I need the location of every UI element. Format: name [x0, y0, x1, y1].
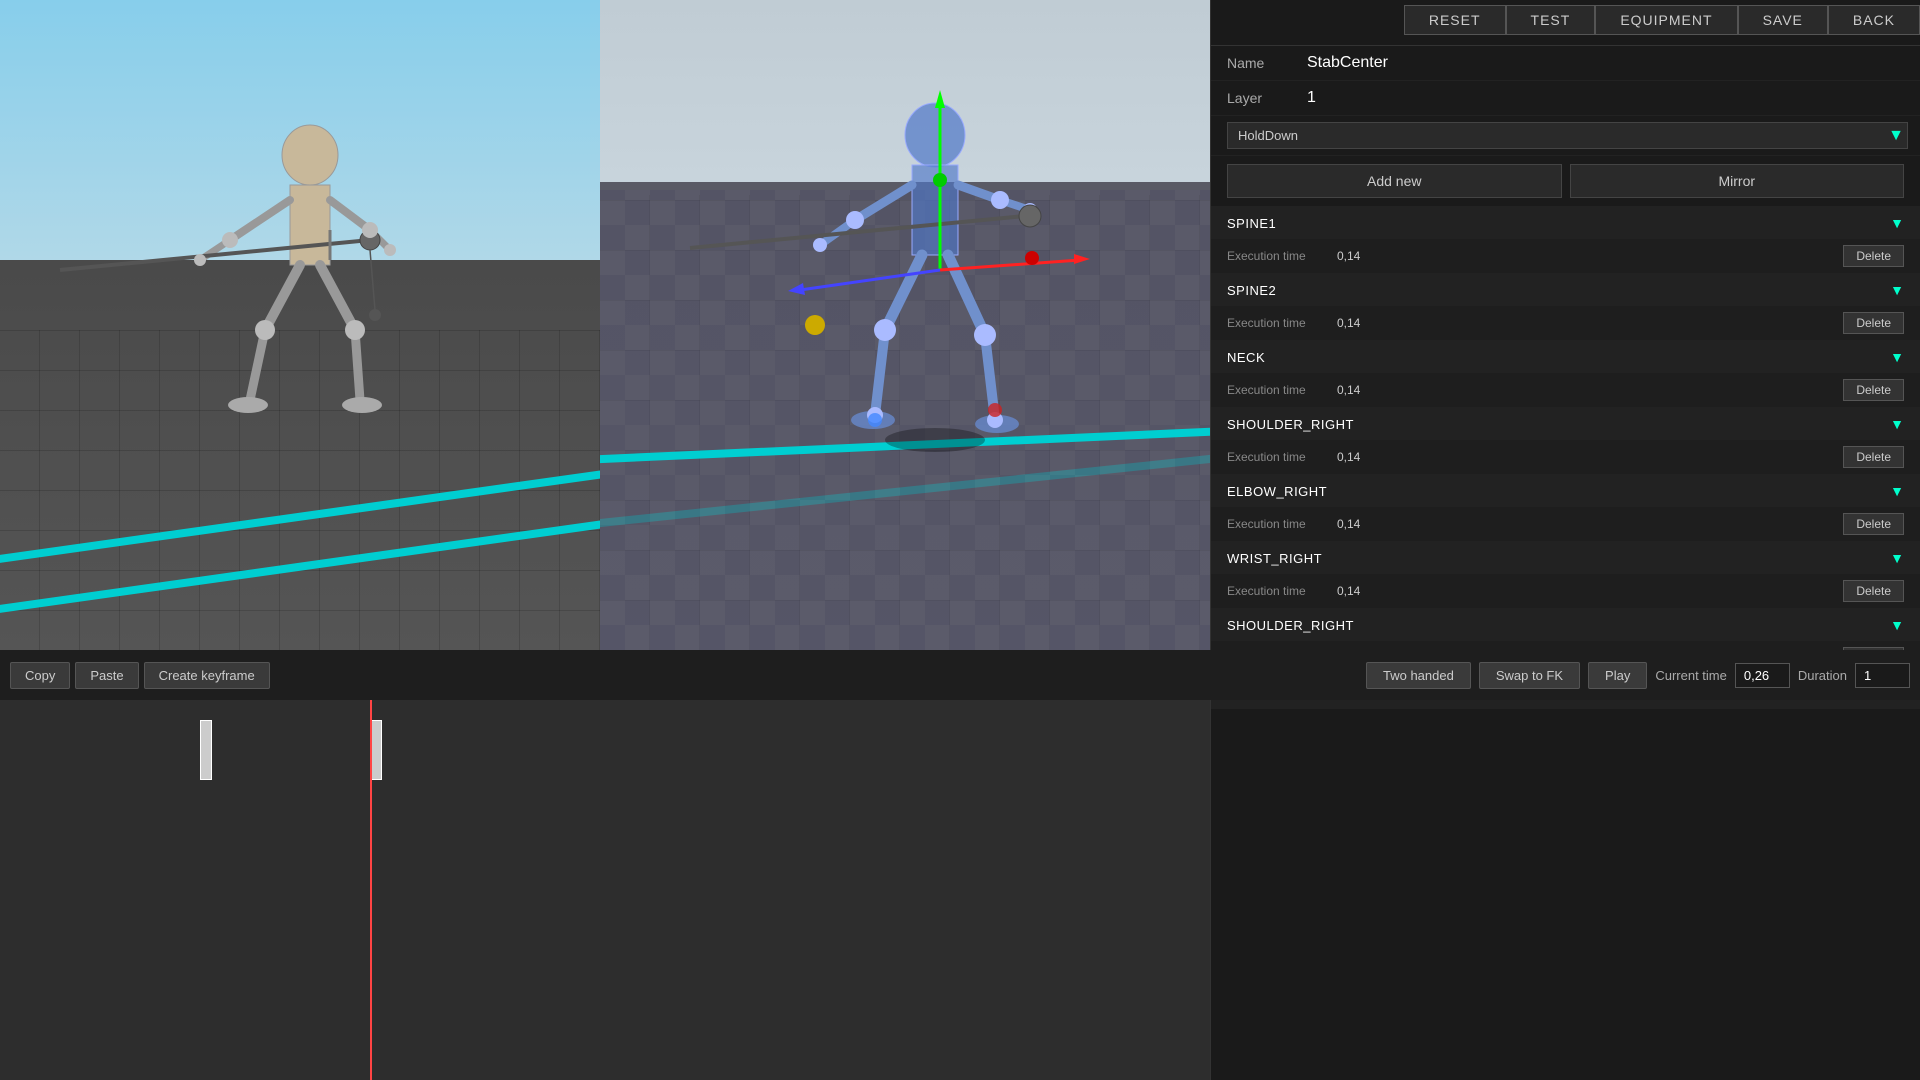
bone-exec-value-4: 0,14	[1337, 517, 1833, 531]
bone-exec-label-4: Execution time	[1227, 517, 1327, 531]
top-bar: RESET TEST EQUIPMENT SAVE BACK	[0, 0, 1920, 40]
bone-delete-btn-2[interactable]: Delete	[1843, 379, 1904, 401]
name-label: Name	[1227, 55, 1297, 71]
bone-header-4[interactable]: ELBOW_RIGHT ▼	[1211, 475, 1920, 507]
bone-name-2: NECK	[1227, 350, 1890, 365]
bone-exec-value-1: 0,14	[1337, 316, 1833, 330]
bone-detail-3: Execution time 0,14 Delete	[1211, 440, 1920, 474]
bone-header-3[interactable]: SHOULDER_RIGHT ▼	[1211, 408, 1920, 440]
bone-exec-label-3: Execution time	[1227, 450, 1327, 464]
bone-entry-0: SPINE1 ▼ Execution time 0,14 Delete	[1211, 207, 1920, 274]
bone-exec-label-5: Execution time	[1227, 584, 1327, 598]
paste-button[interactable]: Paste	[75, 662, 138, 689]
bone-arrow-6: ▼	[1890, 617, 1904, 633]
bone-arrow-1: ▼	[1890, 282, 1904, 298]
bone-detail-5: Execution time 0,14 Delete	[1211, 574, 1920, 608]
equipment-button[interactable]: EQUIPMENT	[1595, 5, 1737, 35]
swap-to-fk-button[interactable]: Swap to FK	[1479, 662, 1580, 689]
play-button[interactable]: Play	[1588, 662, 1647, 689]
bone-delete-btn-1[interactable]: Delete	[1843, 312, 1904, 334]
bone-name-0: SPINE1	[1227, 216, 1890, 231]
layer-label: Layer	[1227, 90, 1297, 106]
bone-name-3: SHOULDER_RIGHT	[1227, 417, 1890, 432]
bone-name-5: WRIST_RIGHT	[1227, 551, 1890, 566]
holddown-row: HoldDown ▼	[1211, 116, 1920, 156]
bottom-toolbar: Copy Paste Create keyframe Two handed Sw…	[0, 650, 1920, 700]
bone-name-1: SPINE2	[1227, 283, 1890, 298]
bone-arrow-3: ▼	[1890, 416, 1904, 432]
duration-label: Duration	[1798, 668, 1847, 683]
name-value: StabCenter	[1307, 54, 1388, 72]
bone-delete-btn-5[interactable]: Delete	[1843, 580, 1904, 602]
bone-entry-5: WRIST_RIGHT ▼ Execution time 0,14 Delete	[1211, 542, 1920, 609]
top-bar-buttons: RESET TEST EQUIPMENT SAVE BACK	[1404, 5, 1920, 35]
bone-exec-label-2: Execution time	[1227, 383, 1327, 397]
bone-name-4: ELBOW_RIGHT	[1227, 484, 1890, 499]
figure-left-svg	[0, 0, 600, 650]
mirror-button[interactable]: Mirror	[1570, 164, 1905, 198]
bone-detail-4: Execution time 0,14 Delete	[1211, 507, 1920, 541]
bone-delete-btn-0[interactable]: Delete	[1843, 245, 1904, 267]
bone-exec-label-1: Execution time	[1227, 316, 1327, 330]
two-handed-button[interactable]: Two handed	[1366, 662, 1471, 689]
bone-header-5[interactable]: WRIST_RIGHT ▼	[1211, 542, 1920, 574]
bone-detail-1: Execution time 0,14 Delete	[1211, 306, 1920, 340]
duration-input[interactable]	[1855, 663, 1910, 688]
bone-name-6: SHOULDER_RIGHT	[1227, 618, 1890, 633]
bone-exec-value-3: 0,14	[1337, 450, 1833, 464]
bone-detail-0: Execution time 0,14 Delete	[1211, 239, 1920, 273]
bone-exec-value-5: 0,14	[1337, 584, 1833, 598]
bone-arrow-2: ▼	[1890, 349, 1904, 365]
bone-entry-2: NECK ▼ Execution time 0,14 Delete	[1211, 341, 1920, 408]
bone-arrow-4: ▼	[1890, 483, 1904, 499]
layer-value: 1	[1307, 89, 1316, 107]
current-time-label: Current time	[1655, 668, 1727, 683]
bone-delete-btn-3[interactable]: Delete	[1843, 446, 1904, 468]
bone-header-2[interactable]: NECK ▼	[1211, 341, 1920, 373]
bone-arrow-5: ▼	[1890, 550, 1904, 566]
playhead[interactable]	[370, 700, 372, 1080]
bone-header-6[interactable]: SHOULDER_RIGHT ▼	[1211, 609, 1920, 641]
save-button[interactable]: SAVE	[1738, 5, 1828, 35]
bone-entry-3: SHOULDER_RIGHT ▼ Execution time 0,14 Del…	[1211, 408, 1920, 475]
toolbar-right: Two handed Swap to FK Play Current time …	[1366, 662, 1910, 689]
current-time-input[interactable]	[1735, 663, 1790, 688]
holddown-select[interactable]: HoldDown	[1227, 122, 1908, 149]
name-row: Name StabCenter	[1211, 46, 1920, 81]
bone-delete-btn-4[interactable]: Delete	[1843, 513, 1904, 535]
timeline-area[interactable]	[0, 700, 1210, 1080]
bone-exec-label-0: Execution time	[1227, 249, 1327, 263]
add-new-button[interactable]: Add new	[1227, 164, 1562, 198]
create-keyframe-button[interactable]: Create keyframe	[144, 662, 270, 689]
keyframe-marker[interactable]	[200, 720, 212, 780]
right-panel: Edit move Name StabCenter Layer 1 HoldDo…	[1210, 0, 1920, 1080]
bone-header-0[interactable]: SPINE1 ▼	[1211, 207, 1920, 239]
viewport-left	[0, 0, 600, 650]
bone-header-1[interactable]: SPINE2 ▼	[1211, 274, 1920, 306]
test-button[interactable]: TEST	[1506, 5, 1596, 35]
reset-button[interactable]: RESET	[1404, 5, 1506, 35]
bone-detail-2: Execution time 0,14 Delete	[1211, 373, 1920, 407]
bone-exec-value-0: 0,14	[1337, 249, 1833, 263]
viewport-right	[600, 0, 1210, 650]
bone-entry-1: SPINE2 ▼ Execution time 0,14 Delete	[1211, 274, 1920, 341]
copy-button[interactable]: Copy	[10, 662, 70, 689]
timeline-track	[0, 700, 1210, 1080]
bone-exec-value-2: 0,14	[1337, 383, 1833, 397]
action-row: Add new Mirror	[1211, 156, 1920, 207]
layer-row: Layer 1	[1211, 81, 1920, 116]
bone-arrow-0: ▼	[1890, 215, 1904, 231]
bone-entry-4: ELBOW_RIGHT ▼ Execution time 0,14 Delete	[1211, 475, 1920, 542]
back-button[interactable]: BACK	[1828, 5, 1920, 35]
figure-right-svg	[600, 0, 1210, 650]
